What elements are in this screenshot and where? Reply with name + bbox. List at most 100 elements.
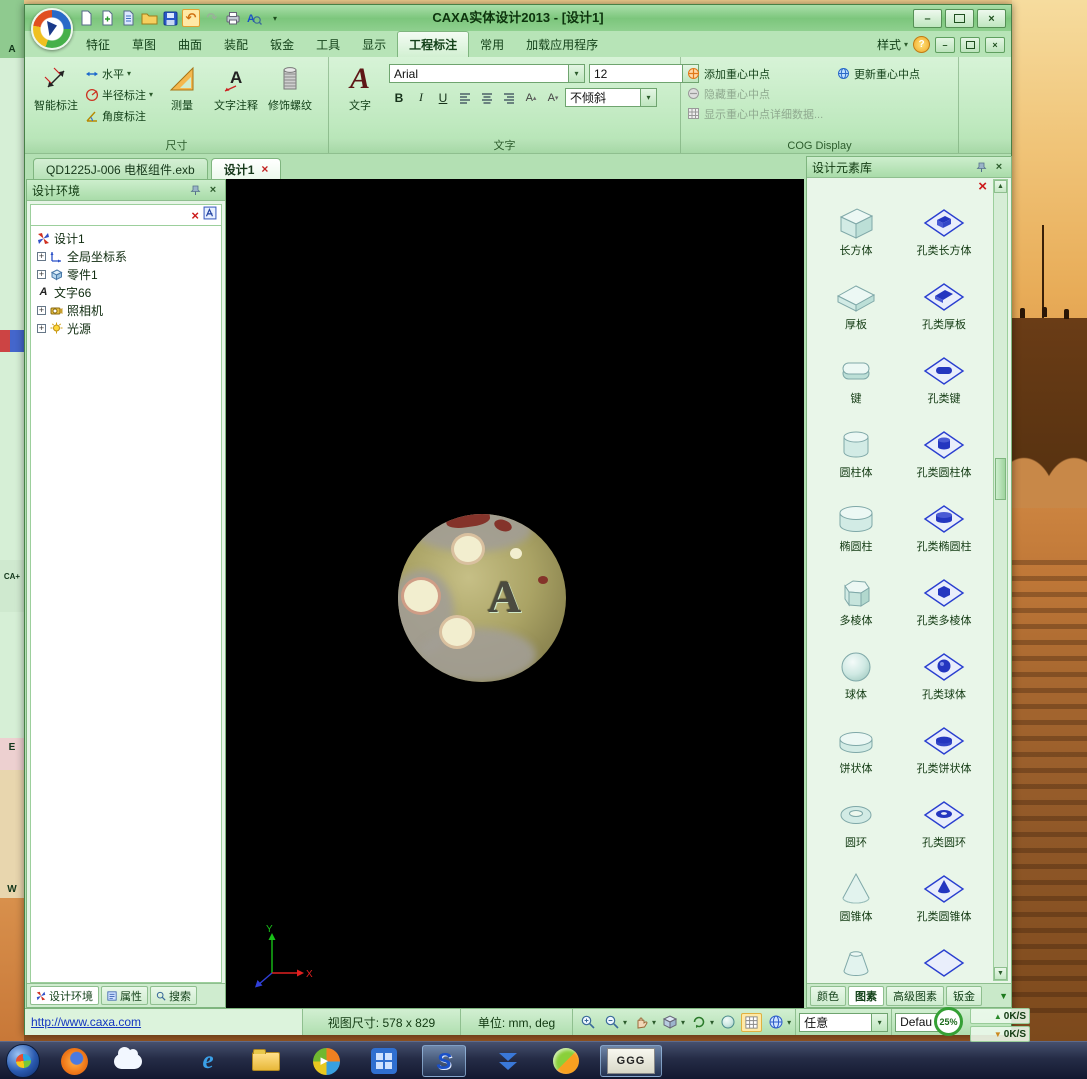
dropdown-arrow-icon[interactable]: ▾ xyxy=(568,65,584,82)
library-item-cuboid[interactable]: 长方体 xyxy=(812,199,900,273)
taskbar-firefox[interactable] xyxy=(52,1045,96,1077)
scroll-down-icon[interactable] xyxy=(994,967,1007,980)
zoom-mode-select[interactable]: 任意 ▾ xyxy=(796,1009,893,1035)
library-item-disc[interactable]: 饼状体 xyxy=(812,717,900,791)
redo-icon[interactable]: ↷ xyxy=(203,9,221,27)
tree-item-part1[interactable]: 零件1 xyxy=(31,265,221,283)
thread-decoration-button[interactable]: 修饰螺纹 xyxy=(265,62,315,115)
tab-feature[interactable]: 特征 xyxy=(75,32,121,57)
close-icon[interactable] xyxy=(206,183,220,197)
library-item-ellipse-cylinder[interactable]: 椭圆柱 xyxy=(812,495,900,569)
library-item-hole-prism[interactable]: 孔类多棱体 xyxy=(900,569,988,643)
text-tool-button[interactable]: 文字 xyxy=(335,62,385,115)
pin-icon[interactable] xyxy=(188,183,202,197)
tab-assembly[interactable]: 装配 xyxy=(213,32,259,57)
measure-button[interactable]: 测量 xyxy=(157,62,207,115)
underline-button[interactable]: U xyxy=(433,88,453,107)
expand-icon[interactable] xyxy=(37,305,46,315)
maximize-button[interactable] xyxy=(945,9,974,28)
open-document-icon[interactable] xyxy=(119,9,137,27)
tree-item-camera[interactable]: 照相机 xyxy=(31,301,221,319)
minimize-button[interactable]: – xyxy=(913,9,942,28)
tab-color[interactable]: 颜色 xyxy=(810,985,846,1006)
close-button[interactable]: × xyxy=(977,9,1006,28)
doc-restore-button[interactable] xyxy=(960,36,980,53)
decrease-font-button[interactable] xyxy=(543,88,563,107)
taskbar-stack-app[interactable] xyxy=(486,1045,530,1077)
document-tab-qd1225j[interactable]: QD1225J-006 电枢组件.exb xyxy=(33,158,208,179)
library-scrollbar[interactable] xyxy=(993,179,1008,981)
dropdown-arrow-icon[interactable]: ▾ xyxy=(871,1013,888,1031)
update-cog-button[interactable]: 更新重心中点 xyxy=(837,64,957,83)
tree-item-text66[interactable]: 文字66 xyxy=(31,283,221,301)
tab-display[interactable]: 显示 xyxy=(351,32,397,57)
pin-icon[interactable] xyxy=(974,160,988,174)
library-item-truncated-cone[interactable] xyxy=(812,939,900,983)
library-item-hole-key[interactable]: 孔类键 xyxy=(900,347,988,421)
save-icon[interactable] xyxy=(161,9,179,27)
view-cube-icon[interactable] xyxy=(659,1013,680,1032)
new-from-template-icon[interactable] xyxy=(98,9,116,27)
taskbar-explorer[interactable] xyxy=(244,1045,288,1077)
library-item-prism[interactable]: 多棱体 xyxy=(812,569,900,643)
library-item-hole-torus[interactable]: 孔类圆环 xyxy=(900,791,988,865)
library-item-hole-ellipse-cylinder[interactable]: 孔类椭圆柱 xyxy=(900,495,988,569)
library-item-hole-sphere[interactable]: 孔类球体 xyxy=(900,643,988,717)
design-viewport[interactable]: A Y X xyxy=(226,179,804,1008)
doc-close-button[interactable]: × xyxy=(985,36,1005,53)
pan-icon[interactable] xyxy=(630,1013,651,1032)
style-dropdown-button[interactable]: 样式 ▾ xyxy=(877,36,908,53)
start-button[interactable] xyxy=(6,1044,40,1078)
smart-dimension-button[interactable]: 智能标注 xyxy=(31,62,81,115)
align-left-button[interactable] xyxy=(455,88,475,107)
rotate-view-icon[interactable] xyxy=(688,1013,709,1032)
new-document-icon[interactable] xyxy=(77,9,95,27)
open-folder-icon[interactable] xyxy=(140,9,158,27)
tab-engineering-annotation[interactable]: 工程标注 xyxy=(397,31,470,57)
taskbar-blue-app[interactable] xyxy=(362,1045,406,1077)
more-tabs-icon[interactable] xyxy=(999,991,1008,1001)
tree-item-light[interactable]: 光源 xyxy=(31,319,221,337)
help-icon[interactable] xyxy=(913,36,930,53)
tab-sheetmetal[interactable]: 钣金 xyxy=(259,32,305,57)
library-item-key[interactable]: 键 xyxy=(812,347,900,421)
app-menu-logo[interactable] xyxy=(31,8,73,50)
align-center-button[interactable] xyxy=(477,88,497,107)
doc-minimize-button[interactable]: – xyxy=(935,36,955,53)
tab-close-icon[interactable] xyxy=(261,162,268,176)
taskbar-pp-app[interactable] xyxy=(544,1045,588,1077)
bold-button[interactable]: B xyxy=(389,88,409,107)
tab-properties[interactable]: 属性 xyxy=(101,986,148,1005)
tab-sketch[interactable]: 草图 xyxy=(121,32,167,57)
tab-addins[interactable]: 加载应用程序 xyxy=(515,32,609,57)
radius-dimension-button[interactable]: 半径标注 ▾ xyxy=(85,85,153,104)
network-monitor[interactable]: 0K/S 0K/S xyxy=(970,1008,1030,1044)
tab-tools[interactable]: 工具 xyxy=(305,32,351,57)
italic-button[interactable]: I xyxy=(411,88,431,107)
close-icon[interactable] xyxy=(992,160,1006,174)
align-right-button[interactable] xyxy=(499,88,519,107)
find-text-icon[interactable]: A xyxy=(245,9,263,27)
font-family-select[interactable]: Arial ▾ xyxy=(389,64,585,83)
tree-item-global-coords[interactable]: 全局坐标系 xyxy=(31,247,221,265)
library-item-cylinder[interactable]: 圆柱体 xyxy=(812,421,900,495)
library-item-hole-plate[interactable]: 孔类厚板 xyxy=(900,273,988,347)
print-icon[interactable] xyxy=(224,9,242,27)
taskbar-internet-explorer[interactable] xyxy=(186,1045,230,1077)
tab-advanced-elements[interactable]: 高级图素 xyxy=(886,985,944,1006)
library-item-torus[interactable]: 圆环 xyxy=(812,791,900,865)
tab-elements[interactable]: 图素 xyxy=(848,985,884,1006)
grid-toggle-icon[interactable] xyxy=(741,1012,763,1032)
dropdown-arrow-icon[interactable]: ▾ xyxy=(640,89,656,106)
text-annotation-button[interactable]: A 文字注释 xyxy=(211,62,261,115)
show-cog-detail-button[interactable]: 显示重心中点详细数据... xyxy=(687,104,837,123)
document-tab-design1[interactable]: 设计1 xyxy=(210,158,282,179)
find-in-tree-icon[interactable] xyxy=(203,206,217,225)
taskbar-media-player[interactable] xyxy=(304,1045,348,1077)
library-item-hole-cone[interactable]: 孔类圆锥体 xyxy=(900,865,988,939)
expand-icon[interactable] xyxy=(37,323,46,333)
increase-font-button[interactable] xyxy=(521,88,541,107)
qat-dropdown-icon[interactable]: ▾ xyxy=(266,9,284,27)
add-cog-button[interactable]: 添加重心中点 xyxy=(687,64,837,83)
tab-search[interactable]: 搜索 xyxy=(150,986,197,1005)
